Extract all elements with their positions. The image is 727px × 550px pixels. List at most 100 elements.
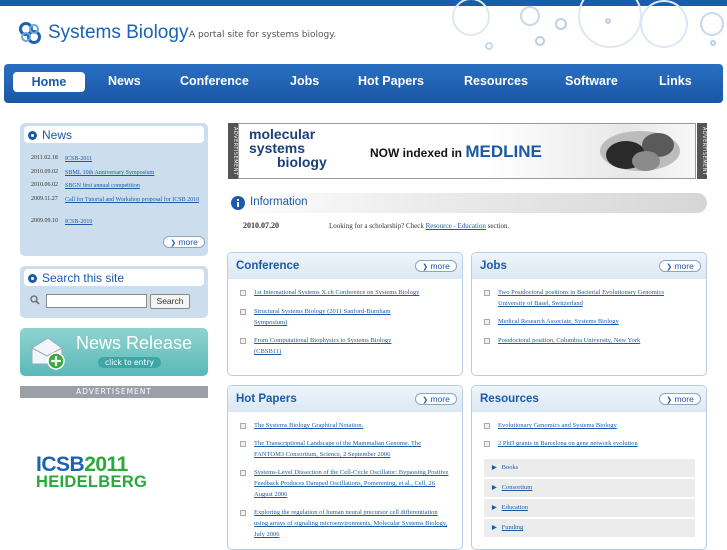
decor-circle — [578, 0, 642, 48]
medline-banner[interactable]: ADVERTISEMENT molecular systems biology NO… — [228, 123, 707, 179]
chevron-right-icon: ❯ — [170, 240, 177, 247]
ad-side-label: ADVERTISEMENT — [228, 123, 238, 179]
decor-circle — [452, 0, 490, 36]
checkbox-icon — [240, 338, 246, 344]
triangle-right-icon: ▶ — [492, 485, 497, 491]
hot-papers-title: Hot Papers — [236, 393, 297, 405]
decor-circle — [700, 12, 724, 36]
checkbox-icon — [240, 309, 246, 315]
sb-logo-icon — [19, 22, 41, 44]
list-item: 2010.06.02 SBGN first annual competition — [31, 182, 140, 189]
nav-links[interactable]: Links — [659, 74, 692, 88]
nav-conference[interactable]: Conference — [180, 74, 249, 88]
list-item[interactable]: Two Postdoctoral positions in Bacterial … — [484, 287, 674, 309]
chevron-right-icon: ❯ — [422, 397, 429, 404]
news-release-banner[interactable]: News Release click to entry — [20, 328, 208, 376]
information-link[interactable]: Resource - Education — [426, 222, 486, 230]
triangle-right-icon: ▶ — [492, 525, 497, 531]
checkbox-icon — [240, 423, 246, 429]
resource-category-consortium[interactable]: ▶ Consortium — [484, 479, 695, 497]
advertisement-label: ADVERTISEMENT — [20, 386, 208, 398]
jobs-title: Jobs — [480, 260, 507, 272]
news-title: News — [28, 128, 72, 142]
list-item: 2009.09.10 ICSB-2010 — [31, 218, 93, 225]
main-nav: Home News Conference Jobs Hot Papers Res… — [4, 64, 723, 103]
checkbox-icon — [484, 441, 490, 447]
list-item: 2009.11.27 Call for Tutorial and Workshop… — [31, 196, 200, 203]
hot-papers-box: Hot Papers ❯ more The Systems Biology Gr… — [227, 385, 463, 550]
information-title: Information — [250, 196, 308, 208]
site-header: Systems Biology A portal site for system… — [0, 0, 727, 56]
triangle-right-icon: ▶ — [492, 505, 497, 511]
hot-papers-more-button[interactable]: ❯ more — [415, 393, 457, 405]
nav-software[interactable]: Software — [565, 74, 618, 88]
nav-news[interactable]: News — [108, 74, 141, 88]
information-text: Looking for a scholarship? Check Resourc… — [329, 222, 510, 230]
resource-category-books[interactable]: ▶ Books — [484, 459, 695, 477]
search-title: Search this site — [28, 271, 124, 285]
envelope-add-icon — [31, 337, 65, 370]
brand-name: Systems Biology — [48, 22, 189, 43]
resource-category-funding[interactable]: ▶ Funding — [484, 519, 695, 537]
checkbox-icon — [484, 290, 490, 296]
decor-circle — [535, 36, 545, 46]
list-item[interactable]: Evolutionary Genomics and Systems Biolog… — [484, 420, 699, 431]
nav-jobs[interactable]: Jobs — [290, 74, 319, 88]
list-item[interactable]: From Computational Biophysics to Systems… — [240, 335, 420, 357]
chevron-right-icon: ❯ — [666, 264, 673, 271]
news-release-sub: click to entry — [98, 357, 161, 368]
conference-title: Conference — [236, 260, 300, 272]
search-button[interactable]: Search — [150, 294, 190, 309]
jobs-more-button[interactable]: ❯ more — [659, 260, 701, 272]
list-item[interactable]: Medical Research Associate, Systems Biol… — [484, 316, 699, 327]
nav-home[interactable]: Home — [13, 72, 85, 92]
nav-resources[interactable]: Resources — [464, 74, 528, 88]
resources-more-button[interactable]: ❯ more — [659, 393, 701, 405]
site-logo[interactable]: Systems Biology — [18, 22, 188, 44]
checkbox-icon — [484, 338, 490, 344]
checkbox-icon — [484, 319, 490, 325]
list-item[interactable]: 1st International Systems X.ch Conferenc… — [240, 287, 455, 298]
icsb-ad-line2: HEIDELBERG — [36, 473, 148, 491]
icsb-ad[interactable]: ICSB2011 HEIDELBERG — [36, 454, 196, 495]
conference-more-button[interactable]: ❯ more — [415, 260, 457, 272]
decor-circle — [485, 42, 493, 50]
conference-box: Conference ❯ more 1st International Syst… — [227, 252, 463, 376]
list-item[interactable]: The Systems Biology Graphical Notation. — [240, 420, 455, 431]
list-item[interactable]: 2 PhD grants in Barcelona on gene networ… — [484, 438, 699, 449]
list-item[interactable]: The Transcriptional Landscape of the Mam… — [240, 438, 450, 460]
list-item[interactable]: Postdoctoral position, Columbia Universi… — [484, 335, 699, 346]
news-more-button[interactable]: ❯ more — [163, 236, 205, 248]
chevron-right-icon: ❯ — [422, 264, 429, 271]
banner-text: NOW indexed in MEDLINE — [370, 142, 542, 161]
icsb-ad-line1: ICSB2011 — [36, 454, 196, 475]
checkbox-icon — [240, 470, 246, 476]
resources-title: Resources — [480, 393, 539, 405]
decor-circle — [520, 6, 540, 26]
nav-hot-papers[interactable]: Hot Papers — [358, 74, 424, 88]
chevron-right-icon: ❯ — [666, 397, 673, 404]
information-bar: Information — [227, 193, 707, 213]
decor-circle — [640, 0, 688, 48]
search-icon — [30, 295, 40, 305]
decor-circle — [555, 18, 567, 30]
resources-box: Resources ❯ more Evolutionary Genomics a… — [471, 385, 707, 550]
resource-category-education[interactable]: ▶ Education — [484, 499, 695, 517]
decor-circle — [710, 40, 716, 46]
list-item: 2010.09.02 SBML 10th Anniversary Symposiu… — [31, 169, 155, 176]
list-item: 2011.02.18 ICSB-2011 — [31, 155, 93, 162]
site-tagline: A portal site for systems biology. — [189, 30, 337, 40]
checkbox-icon — [484, 423, 490, 429]
checkbox-icon — [240, 290, 246, 296]
search-input[interactable] — [46, 294, 147, 308]
bullet-icon — [28, 131, 37, 141]
decor-circle — [605, 18, 611, 24]
list-item[interactable]: Exploring the regulation of human neural… — [240, 507, 450, 540]
info-icon — [231, 196, 245, 210]
msb-logo: molecular systems biology — [249, 126, 327, 170]
checkbox-icon — [240, 510, 246, 516]
list-item[interactable]: Systems-Level Dissection of the Cell-Cyc… — [240, 467, 450, 500]
information-date: 2010.07.20 — [243, 221, 279, 230]
list-item[interactable]: Structural Systems Biology (2011 Sanford… — [240, 306, 420, 328]
search-panel: Search this site Search — [20, 266, 208, 318]
